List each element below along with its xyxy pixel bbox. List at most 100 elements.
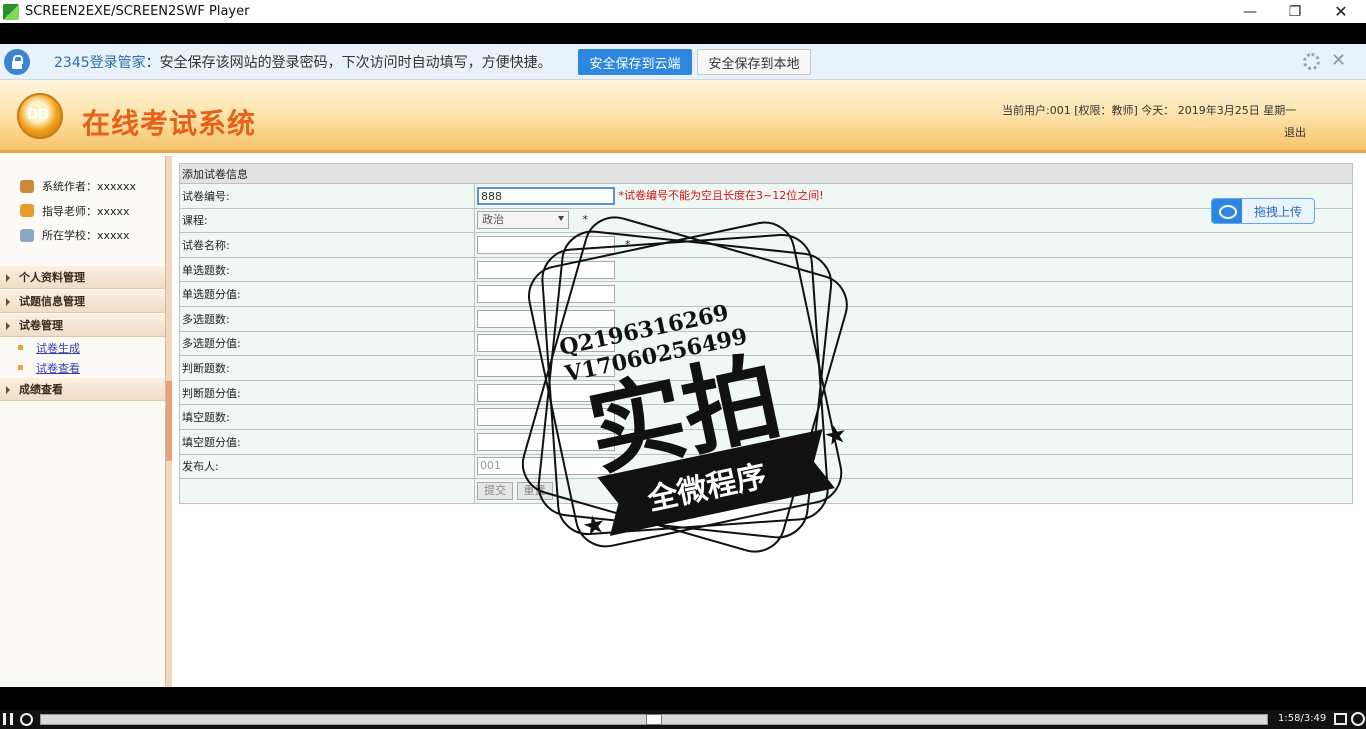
judge-score-label: 判断题分值: xyxy=(179,379,475,406)
menu-personal-label: 个人资料管理 xyxy=(19,271,85,284)
multi-score-cell xyxy=(474,330,1353,357)
sidebar-menu: 个人资料管理 试题信息管理 试卷管理 试卷生成 试卷查看 成绩查看 xyxy=(0,266,165,402)
save-to-local-button[interactable]: 安全保存到本地 xyxy=(697,49,811,75)
gear-icon[interactable] xyxy=(1303,53,1320,70)
submit-button[interactable]: 提交 xyxy=(477,481,513,500)
judge-score-cell xyxy=(474,379,1353,406)
paper-name-input[interactable] xyxy=(477,235,615,254)
clock-icon xyxy=(20,204,34,218)
author-info: 系统作者：xxxxxx 指导老师：xxxxx 所在学校：xxxxx xyxy=(0,156,165,248)
required-mark: * xyxy=(625,237,631,251)
paper-name-cell: * xyxy=(474,232,1353,258)
info-icon[interactable] xyxy=(1351,712,1365,726)
course-label: 课程: xyxy=(179,207,475,234)
menu-scores-label: 成绩查看 xyxy=(19,383,63,396)
speed-icon[interactable] xyxy=(20,713,33,726)
menu-scores[interactable]: 成绩查看 xyxy=(0,378,165,401)
playback-time: 1:58/3:49 xyxy=(1278,713,1327,724)
close-icon[interactable]: ✕ xyxy=(1331,50,1346,71)
bullet-icon xyxy=(18,365,23,370)
menu-papers-label: 试卷管理 xyxy=(19,319,63,332)
form-caption: 添加试卷信息 xyxy=(179,163,1353,184)
fullscreen-icon[interactable] xyxy=(1334,713,1347,725)
multi-score-label: 多选题分值: xyxy=(179,330,475,357)
logout-link[interactable]: 退出 xyxy=(1284,124,1306,140)
fill-count-label: 填空题数: xyxy=(179,404,475,430)
menu-paper-generate-label: 试卷生成 xyxy=(36,342,80,355)
paper-name-label: 试卷名称: xyxy=(179,232,475,258)
sidebar-splitter[interactable] xyxy=(165,156,172,687)
password-manager-brand: 2345登录管家 xyxy=(54,54,146,71)
window-title: SCREEN2EXE/SCREEN2SWF Player xyxy=(25,4,250,19)
judge-score-input[interactable] xyxy=(477,383,615,402)
reset-button[interactable]: 重置 xyxy=(516,481,553,500)
logo-icon xyxy=(17,93,63,139)
menu-questions[interactable]: 试题信息管理 xyxy=(0,290,165,313)
publisher-input[interactable]: 001 xyxy=(477,457,615,476)
judge-count-input[interactable] xyxy=(477,358,615,377)
globe-icon xyxy=(20,228,34,242)
fill-score-label: 填空题分值: xyxy=(179,428,475,455)
single-count-input[interactable] xyxy=(477,260,615,279)
bullet-icon xyxy=(18,345,23,350)
fill-score-cell xyxy=(474,428,1353,455)
arrow-right-icon xyxy=(6,298,10,306)
menu-personal[interactable]: 个人资料管理 xyxy=(0,266,165,289)
publisher-label: 发布人: xyxy=(179,453,475,480)
teacher-row: 指导老师：xxxxx xyxy=(20,199,165,224)
buttons-cell: 提交 重置 xyxy=(474,478,1353,504)
multi-count-label: 多选题数: xyxy=(179,305,475,332)
course-select[interactable]: 政治 xyxy=(477,211,569,230)
required-mark: * xyxy=(582,213,589,227)
single-score-input[interactable] xyxy=(477,285,615,304)
teacher-label: 指导老师：xxxxx xyxy=(42,204,130,218)
user-info: 当前用户:001 [权限：教师] 今天： 2019年3月25日 星期一 xyxy=(1002,104,1297,117)
paper-id-input[interactable]: 888 xyxy=(477,186,615,205)
menu-paper-view-label: 试卷查看 xyxy=(36,362,80,375)
password-manager-message: ：安全保存该网站的登录密码，下次访问时自动填写，方便快捷。 xyxy=(145,54,552,71)
multi-count-input[interactable] xyxy=(477,309,615,328)
sidebar: 系统作者：xxxxxx 指导老师：xxxxx 所在学校：xxxxx 个人资料管理… xyxy=(0,156,165,687)
system-title: 在线考试系统 xyxy=(82,107,257,140)
cloud-icon xyxy=(1212,199,1242,223)
single-count-label: 单选题数: xyxy=(179,256,475,283)
main-content: 添加试卷信息 试卷编号: 888 *试卷编号不能为空且长度在3~12位之间! 课… xyxy=(172,156,1366,687)
video-frame: 2345登录管家 ：安全保存该网站的登录密码，下次访问时自动填写，方便快捷。 安… xyxy=(0,44,1366,687)
minimize-button[interactable]: — xyxy=(1227,0,1273,23)
seek-thumb[interactable] xyxy=(646,714,662,725)
fill-count-input[interactable] xyxy=(477,408,615,427)
menu-papers[interactable]: 试卷管理 xyxy=(0,314,165,337)
window-titlebar: SCREEN2EXE/SCREEN2SWF Player — ❐ ✕ xyxy=(0,0,1366,23)
user-icon xyxy=(20,179,34,193)
arrow-right-icon xyxy=(6,322,10,330)
multi-count-cell xyxy=(474,305,1353,332)
maximize-button[interactable]: ❐ xyxy=(1272,0,1318,23)
single-count-cell xyxy=(474,256,1353,283)
arrow-right-icon xyxy=(6,386,10,394)
site-header: 在线考试系统 当前用户:001 [权限：教师] 今天： 2019年3月25日 星… xyxy=(0,80,1366,153)
author-row: 系统作者：xxxxxx xyxy=(20,174,165,199)
paper-id-label: 试卷编号: xyxy=(179,183,475,209)
publisher-cell: 001 xyxy=(474,453,1353,480)
add-paper-form: 添加试卷信息 试卷编号: 888 *试卷编号不能为空且长度在3~12位之间! 课… xyxy=(179,163,1353,504)
school-row: 所在学校：xxxxx xyxy=(20,223,165,248)
menu-questions-label: 试题信息管理 xyxy=(19,295,85,308)
drag-upload-button[interactable]: 拖拽上传 xyxy=(1211,198,1315,224)
single-score-label: 单选题分值: xyxy=(179,281,475,307)
pause-icon[interactable] xyxy=(3,713,13,725)
password-manager-bar: 2345登录管家 ：安全保存该网站的登录密码，下次访问时自动填写，方便快捷。 安… xyxy=(0,44,1366,80)
course-value: 政治 xyxy=(482,213,504,227)
arrow-right-icon xyxy=(6,274,10,282)
save-to-cloud-button[interactable]: 安全保存到云端 xyxy=(578,49,692,75)
lock-icon xyxy=(4,48,30,75)
multi-score-input[interactable] xyxy=(477,334,615,353)
school-label: 所在学校：xxxxx xyxy=(42,229,130,243)
close-window-button[interactable]: ✕ xyxy=(1318,0,1364,23)
fill-score-input[interactable] xyxy=(477,432,615,451)
menu-paper-view[interactable]: 试卷查看 xyxy=(0,358,165,378)
fill-count-cell xyxy=(474,404,1353,430)
author-label: 系统作者：xxxxxx xyxy=(42,180,137,194)
chevron-down-icon xyxy=(558,216,564,222)
single-score-cell xyxy=(474,281,1353,307)
menu-paper-generate[interactable]: 试卷生成 xyxy=(0,338,165,358)
